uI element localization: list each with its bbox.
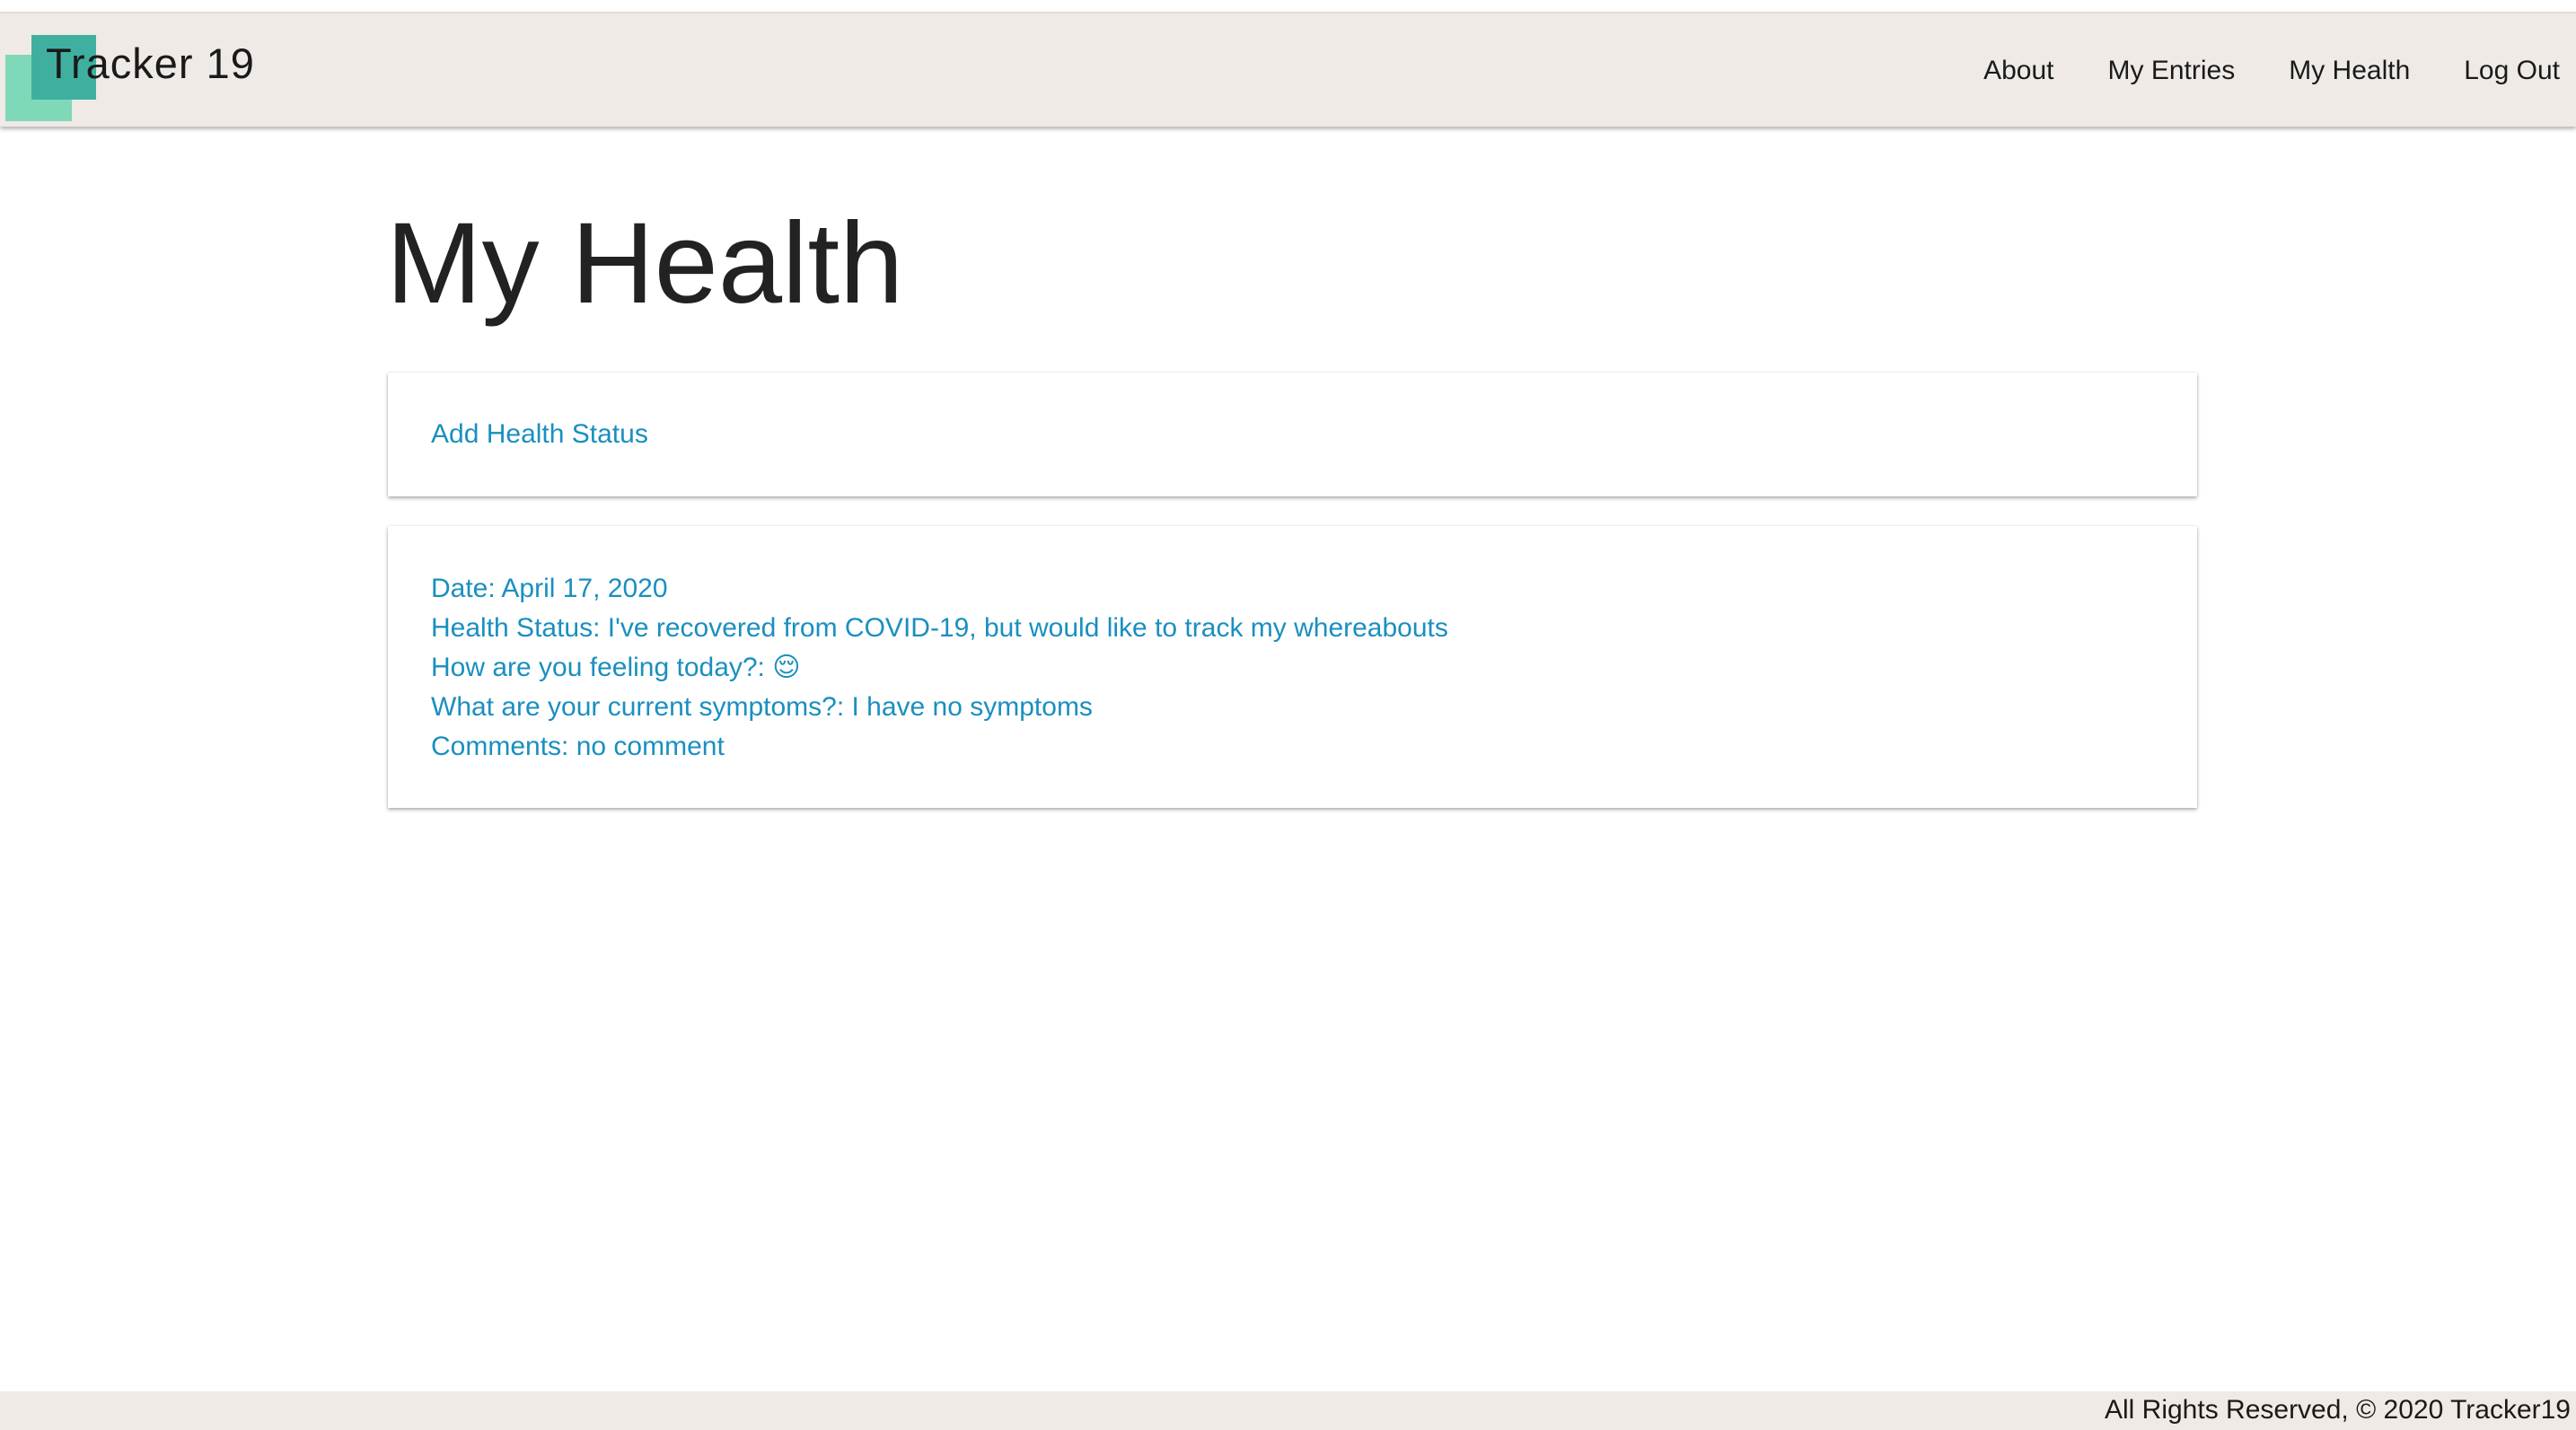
nav-link-about[interactable]: About [1983,56,2053,86]
brand-name: Tracker 19 [46,39,255,87]
navbar: Tracker 19 About My Entries My Health Lo… [0,12,2576,127]
nav-link-my-health[interactable]: My Health [2289,56,2410,86]
health-entry-link[interactable]: Date: April 17, 2020 Health Status: I've… [431,569,1448,767]
brand-home-link[interactable]: Tracker 19 [0,13,287,128]
page-title: My Health [386,199,904,328]
entry-health-status: Health Status: I've recovered from COVID… [431,613,1448,643]
entry-comments: Comments: no comment [431,732,725,761]
entry-symptoms: What are your current symptoms?: I have … [431,692,1093,722]
footer-copyright: All Rights Reserved, © 2020 Tracker19 [2104,1395,2571,1425]
entry-date: Date: April 17, 2020 [431,574,668,603]
nav-link-log-out[interactable]: Log Out [2464,56,2560,86]
nav-links: About My Entries My Health Log Out [1930,13,2560,128]
footer: All Rights Reserved, © 2020 Tracker19 [0,1391,2576,1430]
top-strip [0,0,2576,12]
health-entry-card[interactable]: Date: April 17, 2020 Health Status: I've… [388,526,2197,808]
add-health-status-card[interactable]: Add Health Status [388,373,2197,496]
entry-feeling: How are you feeling today?: 😌 [431,653,801,682]
add-health-status-link[interactable]: Add Health Status [431,415,648,454]
nav-link-my-entries[interactable]: My Entries [2108,56,2236,86]
